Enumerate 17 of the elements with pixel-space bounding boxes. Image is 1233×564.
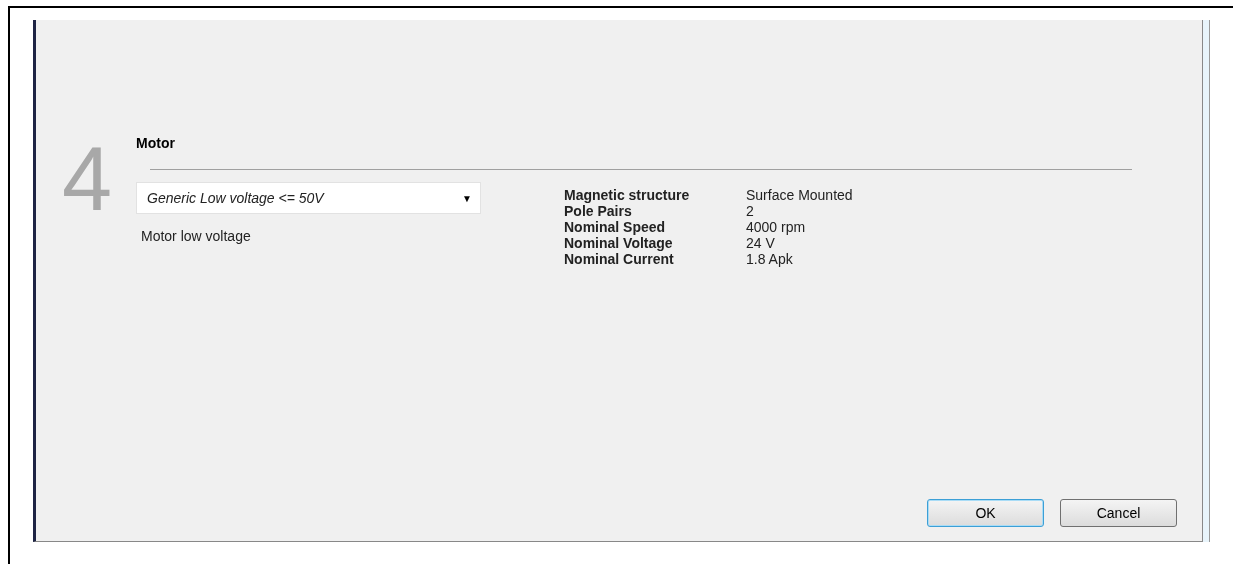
property-label: Nominal Current [564,251,675,267]
property-value: 4000 rpm [746,219,807,235]
ok-button[interactable]: OK [927,499,1044,527]
motor-description: Motor low voltage [141,228,252,244]
property-value: 24 V [746,235,776,251]
motor-dropdown[interactable]: Generic Low voltage <= 50V ▼ [136,182,481,214]
property-label: Pole Pairs [564,203,633,219]
property-label: Nominal Speed [564,219,667,235]
property-label: Nominal Voltage [564,235,674,251]
step-number: 4 [62,134,114,231]
property-value: 1.8 Apk [746,251,794,267]
dropdown-arrow-icon: ▼ [462,192,472,204]
property-value: 2 [746,203,755,219]
property-value: Surface Mounted [746,187,853,203]
section-title: Motor [136,134,176,151]
cancel-button[interactable]: Cancel [1060,499,1177,527]
property-label: Magnetic structure [564,187,691,203]
